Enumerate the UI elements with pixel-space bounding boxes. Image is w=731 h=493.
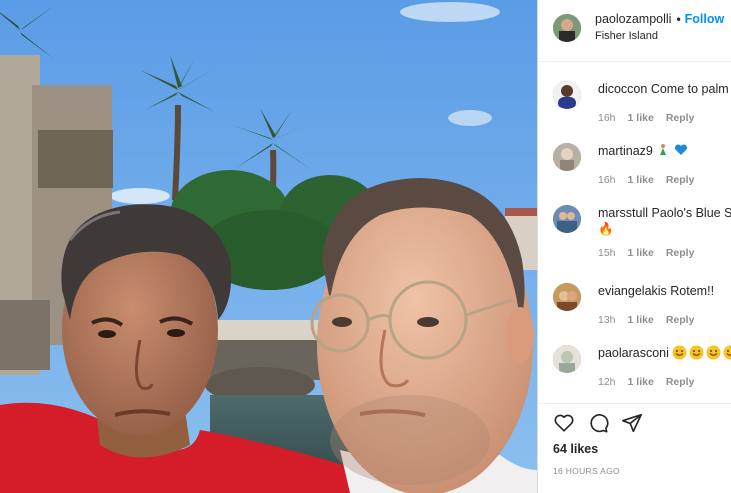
comment-text: Paolo's Blue St — [651, 206, 731, 220]
comment-username[interactable]: martinaz9 — [598, 144, 653, 158]
commenter-avatar-image — [553, 345, 581, 373]
commenter-avatar-image — [553, 143, 581, 171]
paper-plane-icon[interactable] — [621, 412, 643, 434]
commenter-avatar[interactable] — [553, 81, 581, 109]
commenter-avatar-image — [553, 205, 581, 233]
comment-text-line-2: 🔥 — [598, 221, 731, 237]
comment-item: eviangelakis Rotem!! 13h 1 like Reply — [553, 283, 731, 326]
comment-text: Rotem!! — [670, 284, 715, 298]
post-timestamp[interactable]: 16 HOURS AGO — [553, 466, 620, 476]
comments-list[interactable]: dicoccon Come to palm 16h 1 like Reply m… — [538, 63, 731, 403]
comment-username[interactable]: paolarasconi — [598, 346, 669, 360]
comment-item: martinaz9 16h 1 like Reply — [553, 143, 731, 186]
comment-age[interactable]: 15h — [598, 247, 616, 259]
smiling-emoji-icons — [672, 345, 731, 360]
comment-text-line: paolarasconi — [598, 345, 731, 361]
commenter-avatar-image — [553, 81, 581, 109]
post-viewer: paolozampolli • Follow Fisher Island dic… — [0, 0, 731, 493]
comment-text-line: marsstull Paolo's Blue St — [598, 205, 731, 221]
comment-text-line: martinaz9 — [598, 143, 694, 159]
comment-meta: 12h 1 like Reply — [598, 376, 731, 388]
comment-age[interactable]: 16h — [598, 174, 616, 186]
separator-dot: • — [676, 12, 681, 26]
comment-like-count[interactable]: 1 like — [628, 376, 654, 388]
post-sidebar: paolozampolli • Follow Fisher Island dic… — [537, 0, 731, 493]
author-avatar[interactable] — [553, 14, 581, 42]
author-username[interactable]: paolozampolli — [595, 12, 671, 26]
commenter-avatar-image — [553, 283, 581, 311]
post-photo[interactable] — [0, 0, 537, 493]
comment-reply-button[interactable]: Reply — [666, 314, 695, 326]
comment-meta: 15h 1 like Reply — [598, 247, 731, 259]
comment-body: martinaz9 16h 1 like Reply — [598, 143, 694, 186]
comment-text-line: dicoccon Come to palm — [598, 81, 729, 97]
follow-button[interactable]: Follow — [685, 12, 725, 26]
comment-like-count[interactable]: 1 like — [628, 112, 654, 124]
comment-text-line: eviangelakis Rotem!! — [598, 283, 714, 299]
heart-icon[interactable] — [553, 412, 575, 434]
comment-item: marsstull Paolo's Blue St 🔥 15h 1 like R… — [553, 205, 731, 259]
comment-item: paolarasconi 12h 1 like Reply — [553, 345, 731, 388]
author-line: paolozampolli • Follow — [595, 12, 724, 26]
comment-body: marsstull Paolo's Blue St 🔥 15h 1 like R… — [598, 205, 731, 259]
smile-emoji-icon — [672, 345, 687, 360]
smile-emoji-icon — [706, 345, 721, 360]
author-info: paolozampolli • Follow Fisher Island — [595, 12, 724, 42]
commenter-avatar[interactable] — [553, 143, 581, 171]
comment-bubble-icon[interactable] — [587, 412, 609, 434]
post-location[interactable]: Fisher Island — [595, 30, 724, 42]
comment-reply-button[interactable]: Reply — [666, 174, 695, 186]
action-bar — [553, 412, 643, 434]
like-count[interactable]: 64 likes — [553, 442, 598, 456]
comment-username[interactable]: marsstull — [598, 206, 648, 220]
comment-item: dicoccon Come to palm 16h 1 like Reply — [553, 81, 731, 124]
commenter-avatar[interactable] — [553, 283, 581, 311]
comment-like-count[interactable]: 1 like — [628, 247, 654, 259]
post-header: paolozampolli • Follow Fisher Island — [538, 0, 731, 62]
comment-reply-button[interactable]: Reply — [666, 112, 695, 124]
comment-reply-button[interactable]: Reply — [666, 247, 695, 259]
comment-reply-button[interactable]: Reply — [666, 376, 695, 388]
comment-age[interactable]: 13h — [598, 314, 616, 326]
section-divider — [538, 403, 731, 404]
comment-like-count[interactable]: 1 like — [628, 174, 654, 186]
comment-body: dicoccon Come to palm 16h 1 like Reply — [598, 81, 729, 124]
commenter-avatar[interactable] — [553, 345, 581, 373]
comment-like-count[interactable]: 1 like — [628, 314, 654, 326]
comment-meta: 16h 1 like Reply — [598, 112, 729, 124]
comment-meta: 13h 1 like Reply — [598, 314, 714, 326]
comment-username[interactable]: eviangelakis — [598, 284, 667, 298]
commenter-avatar[interactable] — [553, 205, 581, 233]
smile-emoji-icon — [689, 345, 704, 360]
smile-emoji-icon — [723, 345, 731, 360]
comment-age[interactable]: 16h — [598, 112, 616, 124]
selfie-image — [0, 0, 537, 493]
blue-heart-icon — [674, 144, 687, 155]
comment-body: paolarasconi 12h 1 like Reply — [598, 345, 731, 388]
author-avatar-image — [553, 14, 581, 42]
comment-meta: 16h 1 like Reply — [598, 174, 694, 186]
comment-text: Come to palm — [650, 82, 729, 96]
comment-username[interactable]: dicoccon — [598, 82, 647, 96]
comment-body: eviangelakis Rotem!! 13h 1 like Reply — [598, 283, 714, 326]
fire-emoji-icon: 🔥 — [598, 222, 614, 236]
dancing-emoji-icon — [660, 144, 667, 155]
comment-age[interactable]: 12h — [598, 376, 616, 388]
